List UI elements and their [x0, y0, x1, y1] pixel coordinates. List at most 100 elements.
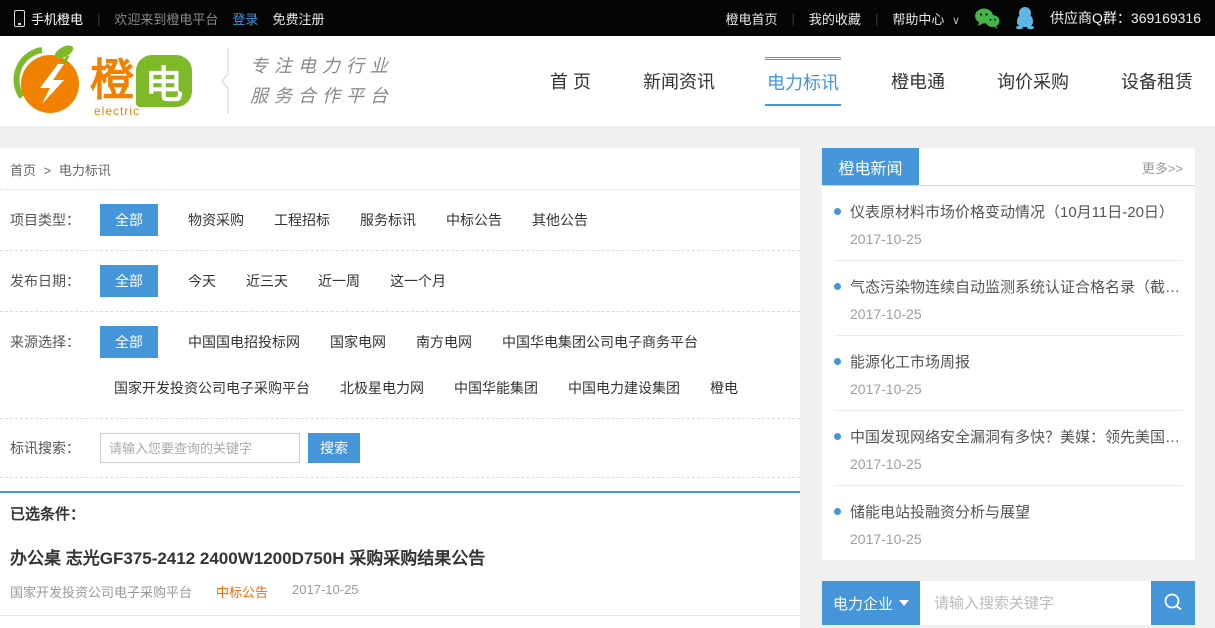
mobile-app-link[interactable]: 手机橙电: [14, 9, 83, 28]
bullet-icon: [834, 283, 841, 290]
result-date: 2017-10-25: [292, 582, 359, 601]
company-category-dropdown[interactable]: 电力企业: [822, 581, 920, 625]
news-title[interactable]: 仪表原材料市场价格变动情况（10月11日-20日）: [850, 201, 1174, 222]
welcome-text: 欢迎来到橙电平台: [114, 9, 218, 28]
nav-power-tenders[interactable]: 电力标讯: [765, 57, 841, 106]
breadcrumb-current: 电力标讯: [59, 163, 111, 178]
nav-news[interactable]: 新闻资讯: [641, 59, 717, 103]
company-category-label: 电力企业: [833, 593, 893, 614]
phone-icon: [14, 10, 25, 27]
filter-option-all[interactable]: 全部: [100, 265, 158, 297]
result-title[interactable]: 办公桌 志光GF375-2412 2400W1200D750H 采购采购结果公告: [10, 544, 790, 569]
result-tag: 中标公告: [216, 582, 268, 601]
qq-icon[interactable]: [1014, 6, 1036, 30]
wechat-icon[interactable]: [974, 7, 1000, 29]
slogan-line1: 专注电力行业: [250, 51, 394, 81]
filter-option[interactable]: 中国华电集团公司电子商务平台: [502, 326, 698, 358]
result-item: 办公桌 志光GF375-2412 2400W1200D750H 采购采购结果公告…: [0, 528, 800, 616]
filter-option[interactable]: 中标公告: [446, 204, 502, 236]
filter-option[interactable]: 中国华能集团: [454, 372, 538, 404]
content: 首页 > 电力标讯 项目类型： 全部 物资采购 工程招标 服务标讯 中标公告 其…: [0, 126, 1215, 628]
filter-label: 发布日期：: [10, 265, 100, 291]
slogan-line2: 服务合作平台: [250, 81, 394, 111]
caret-down-icon: [899, 600, 909, 606]
filter-option[interactable]: 近一周: [318, 265, 360, 297]
site-header: 橙 电 electric 专注电力行业 服务合作平台 首 页 新闻资讯 电力标讯…: [0, 36, 1215, 126]
breadcrumb-sep: >: [44, 163, 52, 178]
selected-conditions-label: 已选条件：: [0, 491, 800, 528]
news-item: 气态污染物连续自动监测系统认证合格名录（截至9月... 2017-10-25: [834, 261, 1183, 336]
filter-option[interactable]: 今天: [188, 265, 216, 297]
filter-source: 来源选择： 全部 中国国电招投标网 国家电网 南方电网 中国华电集团公司电子商务…: [0, 312, 800, 419]
news-item: 中国发现网络安全漏洞有多快？美媒：领先美国20天 2017-10-25: [834, 411, 1183, 486]
slogan-divider: [220, 48, 232, 114]
news-title[interactable]: 气态污染物连续自动监测系统认证合格名录（截至9月...: [850, 276, 1183, 297]
mobile-app-label: 手机橙电: [31, 9, 83, 28]
filter-publish-date: 发布日期： 全部 今天 近三天 近一周 这一个月: [0, 251, 800, 312]
logo-lightning-icon: [12, 42, 84, 120]
result-source: 国家开发投资公司电子采购平台: [10, 582, 192, 601]
filter-option[interactable]: 南方电网: [416, 326, 472, 358]
tender-search-button[interactable]: 搜索: [308, 433, 360, 463]
news-title[interactable]: 中国发现网络安全漏洞有多快？美媒：领先美国20天: [850, 426, 1183, 447]
result-item: 盛泰斯电脑包DS-8521、罗技M330无线静音鼠标罗技M330无线静音鼠标 及…: [0, 616, 800, 628]
bullet-icon: [834, 433, 841, 440]
nav-home[interactable]: 首 页: [548, 59, 593, 103]
more-link[interactable]: 更多>>: [1142, 158, 1195, 185]
tender-search-input[interactable]: [100, 433, 300, 463]
divider: |: [792, 11, 795, 26]
company-search-input[interactable]: [920, 581, 1151, 625]
filter-option[interactable]: 其他公告: [532, 204, 588, 236]
company-search-button[interactable]: [1151, 581, 1195, 625]
main-nav: 首 页 新闻资讯 电力标讯 橙电通 询价采购 设备租赁: [548, 57, 1203, 106]
filter-option-all[interactable]: 全部: [100, 326, 158, 358]
help-center-menu[interactable]: 帮助中心 ∨: [892, 9, 960, 28]
supplier-qq-group: 供应商Q群：369169316: [1050, 8, 1201, 28]
filter-option[interactable]: 服务标讯: [360, 204, 416, 236]
filter-option-all[interactable]: 全部: [100, 204, 158, 236]
search-label: 标讯搜索：: [10, 438, 100, 458]
filter-option[interactable]: 这一个月: [390, 265, 446, 297]
filter-option[interactable]: 工程招标: [274, 204, 330, 236]
divider: |: [875, 11, 878, 26]
news-item: 储能电站投融资分析与展望 2017-10-25: [834, 486, 1183, 560]
news-panel: 橙电新闻 更多>> 仪表原材料市场价格变动情况（10月11日-20日） 2017…: [822, 148, 1195, 560]
filter-project-type: 项目类型： 全部 物资采购 工程招标 服务标讯 中标公告 其他公告: [0, 190, 800, 251]
register-link[interactable]: 免费注册: [272, 9, 324, 28]
company-search-bar: 电力企业: [822, 581, 1195, 625]
bullet-icon: [834, 208, 841, 215]
news-date: 2017-10-25: [834, 531, 1183, 547]
news-date: 2017-10-25: [834, 231, 1183, 247]
filter-option[interactable]: 物资采购: [188, 204, 244, 236]
bullet-icon: [834, 358, 841, 365]
filter-option[interactable]: 中国国电招投标网: [188, 326, 300, 358]
news-tab[interactable]: 橙电新闻: [822, 148, 919, 185]
site-home-link[interactable]: 橙电首页: [726, 9, 778, 28]
filter-option[interactable]: 国家电网: [330, 326, 386, 358]
news-title[interactable]: 能源化工市场周报: [850, 351, 970, 372]
breadcrumb: 首页 > 电力标讯: [0, 148, 800, 190]
chevron-down-icon: ∨: [952, 15, 960, 27]
logo-text-dian: 电: [136, 55, 192, 107]
news-date: 2017-10-25: [834, 306, 1183, 322]
nav-chengdiantong[interactable]: 橙电通: [889, 59, 947, 103]
filter-option[interactable]: 近三天: [246, 265, 288, 297]
filter-option[interactable]: 橙电: [710, 372, 738, 404]
filter-option[interactable]: 国家开发投资公司电子采购平台: [114, 372, 310, 404]
favorites-link[interactable]: 我的收藏: [809, 9, 861, 28]
nav-equipment-rental[interactable]: 设备租赁: [1119, 59, 1195, 103]
tender-search-row: 标讯搜索： 搜索: [0, 419, 800, 478]
slogan: 专注电力行业 服务合作平台: [220, 48, 394, 114]
logo-text-electric: electric: [94, 104, 140, 118]
topbar: 手机橙电 | 欢迎来到橙电平台 登录 免费注册 橙电首页 | 我的收藏 | 帮助…: [0, 0, 1215, 36]
nav-inquiry-purchase[interactable]: 询价采购: [995, 59, 1071, 103]
filter-option[interactable]: 北极星电力网: [340, 372, 424, 404]
news-title[interactable]: 储能电站投融资分析与展望: [850, 501, 1030, 522]
logo-text-cheng: 橙: [90, 59, 134, 103]
breadcrumb-home[interactable]: 首页: [10, 163, 36, 178]
divider: |: [97, 11, 100, 26]
site-logo[interactable]: 橙 电 electric: [12, 42, 192, 120]
filter-option[interactable]: 中国电力建设集团: [568, 372, 680, 404]
login-link[interactable]: 登录: [232, 9, 258, 28]
magnifier-icon: [1162, 592, 1184, 614]
